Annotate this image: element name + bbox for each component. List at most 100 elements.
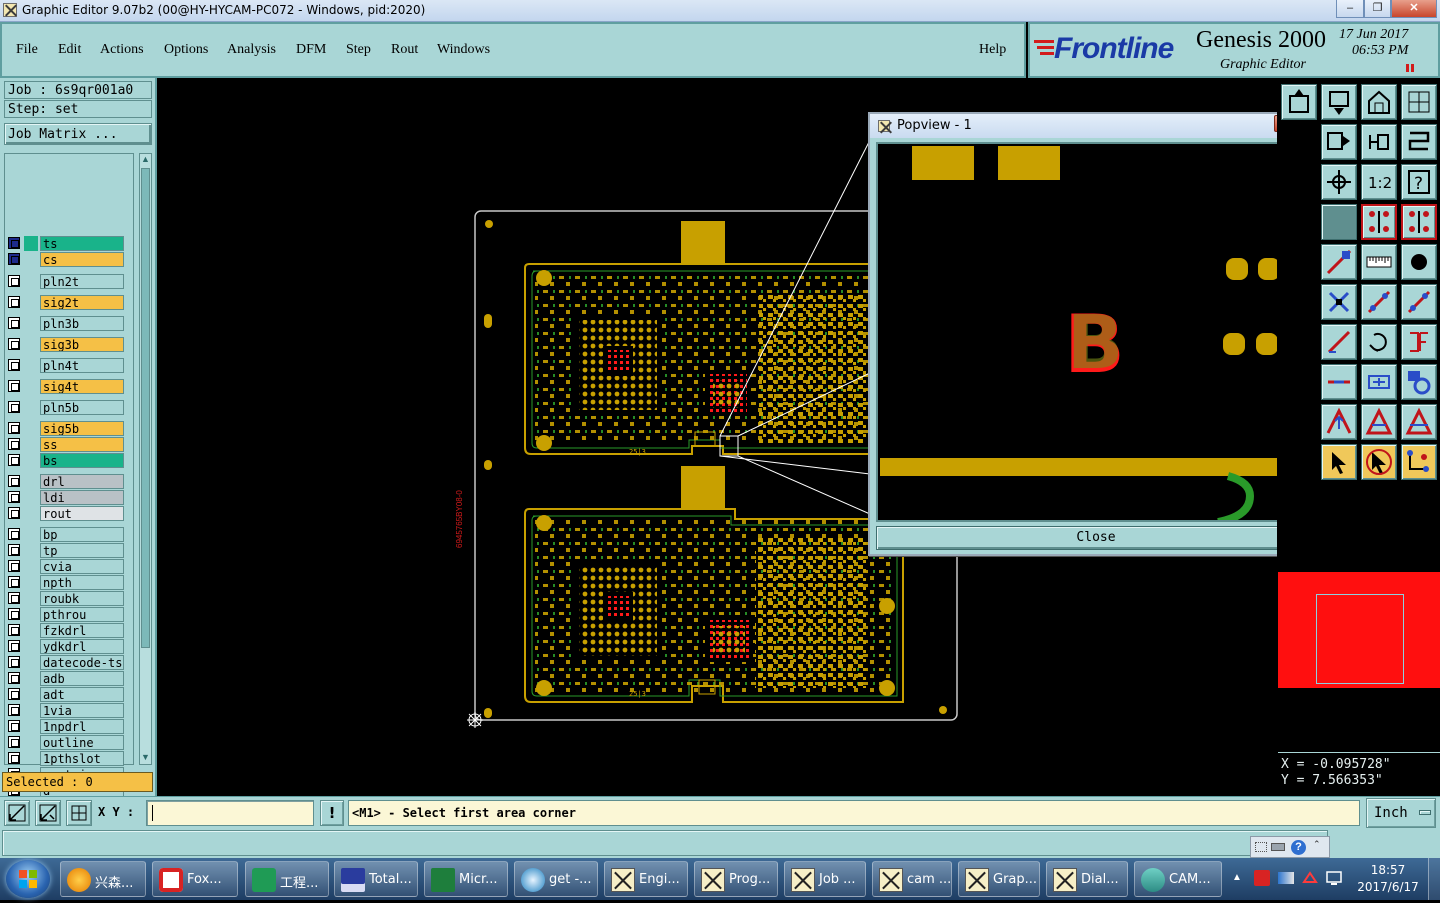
display-icon[interactable] [1281,84,1317,120]
unit-selector[interactable]: Inch [1366,798,1436,828]
layer-checkbox[interactable] [8,401,20,413]
layer-name[interactable]: sig4t [40,379,124,394]
layer-color-swatch[interactable] [24,400,38,415]
layer-name[interactable]: 1npdrl [40,719,124,734]
line-arrow-icon-b[interactable] [1401,284,1437,320]
taskbar-item[interactable]: CAM... [1134,861,1222,897]
layer-name[interactable]: ss [40,437,124,452]
layer-row-pthrou[interactable]: pthrou [6,607,124,622]
tray-expand-icon[interactable]: ▲ [1232,872,1242,883]
layer-row-1pthslot[interactable]: 1pthslot [6,751,124,766]
taskbar-item[interactable]: 工程... [245,861,329,897]
layer-checkbox[interactable] [8,359,20,371]
layer-row-npth[interactable]: npth [6,575,124,590]
taskbar-item[interactable]: Prog... [694,861,778,897]
layer-color-swatch[interactable] [24,379,38,394]
layer-name[interactable]: pln4t [40,358,124,373]
layer-checkbox[interactable] [8,253,20,265]
layer-name[interactable]: sig3b [40,337,124,352]
layer-color-swatch[interactable] [24,607,38,622]
layer-name[interactable]: roubk [40,591,124,606]
scrollbar-thumb[interactable] [141,168,150,648]
layer-color-swatch[interactable] [24,575,38,590]
layer-checkbox[interactable] [8,275,20,287]
layer-list-scrollbar[interactable]: ▲ ▼ [139,153,152,765]
layer-row-outline[interactable]: outline [6,735,124,750]
menu-help[interactable]: Help [979,42,1006,58]
layer-checkbox[interactable] [8,624,20,636]
scroll-down-icon[interactable]: ▼ [141,752,150,764]
layer-color-swatch[interactable] [24,316,38,331]
layer-checkbox[interactable] [8,608,20,620]
line-arrow-icon[interactable] [1361,284,1397,320]
cursor-yellow-icon-c[interactable] [1401,444,1437,480]
blank-icon[interactable] [1321,204,1357,240]
layer-name[interactable]: ts [40,236,124,251]
popview-title-bar[interactable]: Popview - 1 ✕ [870,114,1322,138]
layer-checkbox[interactable] [8,592,20,604]
layer-checkbox[interactable] [8,752,20,764]
layer-color-swatch[interactable] [24,236,38,251]
menu-dfm[interactable]: DFM [296,42,326,58]
triangle-up-icon[interactable] [1321,404,1357,440]
layer-name[interactable]: adb [40,671,124,686]
tray-monitor-icon[interactable] [1326,870,1342,886]
restore-button[interactable]: ❐ [1364,0,1391,18]
grid-mode-button[interactable] [66,800,92,826]
layer-row-bs[interactable]: bs [6,453,124,468]
taskbar-item[interactable]: Micr... [424,861,508,897]
layer-name[interactable]: cs [40,252,124,267]
menu-step[interactable]: Step [346,42,371,58]
layer-color-swatch[interactable] [24,735,38,750]
layer-color-swatch[interactable] [24,453,38,468]
layer-color-swatch[interactable] [24,751,38,766]
taskbar-item[interactable]: Job ... [784,861,866,897]
layer-checkbox[interactable] [8,720,20,732]
layer-row-1via[interactable]: 1via [6,703,124,718]
menu-file[interactable]: File [16,42,38,58]
layer-checkbox[interactable] [8,438,20,450]
center-icon[interactable] [1361,364,1397,400]
help-icon[interactable]: ? [1291,840,1306,855]
slash-red-icon[interactable] [1321,324,1357,360]
measure-mode-button[interactable] [35,800,61,826]
layer-checkbox[interactable] [8,491,20,503]
edit-mode-icon[interactable] [1321,124,1357,160]
layer-color-swatch[interactable] [24,358,38,373]
dot-icon[interactable] [1401,244,1437,280]
layer-color-swatch[interactable] [24,639,38,654]
layer-name[interactable]: sig5b [40,421,124,436]
taskbar-item[interactable]: cam ... [872,861,952,897]
layer-row-cs[interactable]: cs [6,252,124,267]
layer-name[interactable]: ldi [40,490,124,505]
layer-row-adb[interactable]: adb [6,671,124,686]
layer-row-ts[interactable]: ts [6,236,124,251]
close-window-button[interactable]: ✕ [1391,0,1437,18]
xy-input[interactable] [146,800,314,826]
taskbar-item[interactable]: Dial... [1046,861,1128,897]
menu-options[interactable]: Options [164,42,208,58]
job-matrix-button[interactable]: Job Matrix ... [4,123,152,145]
house-icon[interactable] [1361,84,1397,120]
layer-row-bp[interactable]: bp [6,527,124,542]
show-desktop-button[interactable] [1428,858,1440,900]
layer-name[interactable]: sig2t [40,295,124,310]
language-bar[interactable]: ? ⌃ [1250,836,1330,858]
popview-canvas[interactable]: B B [876,142,1281,522]
taskbar-item[interactable]: Fox... [152,861,238,897]
cross-icon[interactable] [1321,284,1357,320]
layer-row-ldi[interactable]: ldi [6,490,124,505]
layer-color-swatch[interactable] [24,623,38,638]
layer-row-cvia[interactable]: cvia [6,559,124,574]
alert-icon[interactable]: ! [320,800,344,826]
layer-name[interactable]: drl [40,474,124,489]
layer-row-datecode-ts[interactable]: datecode-ts [6,655,124,670]
layer-row-sig3b[interactable]: sig3b [6,337,124,352]
tray-security-icon[interactable] [1254,870,1270,886]
layer-checkbox[interactable] [8,544,20,556]
layer-color-swatch[interactable] [24,437,38,452]
layers-icon[interactable] [1321,84,1357,120]
layer-name[interactable]: pln3b [40,316,124,331]
layer-row-drl[interactable]: drl [6,474,124,489]
layer-name[interactable]: 1pthslot [40,751,124,766]
